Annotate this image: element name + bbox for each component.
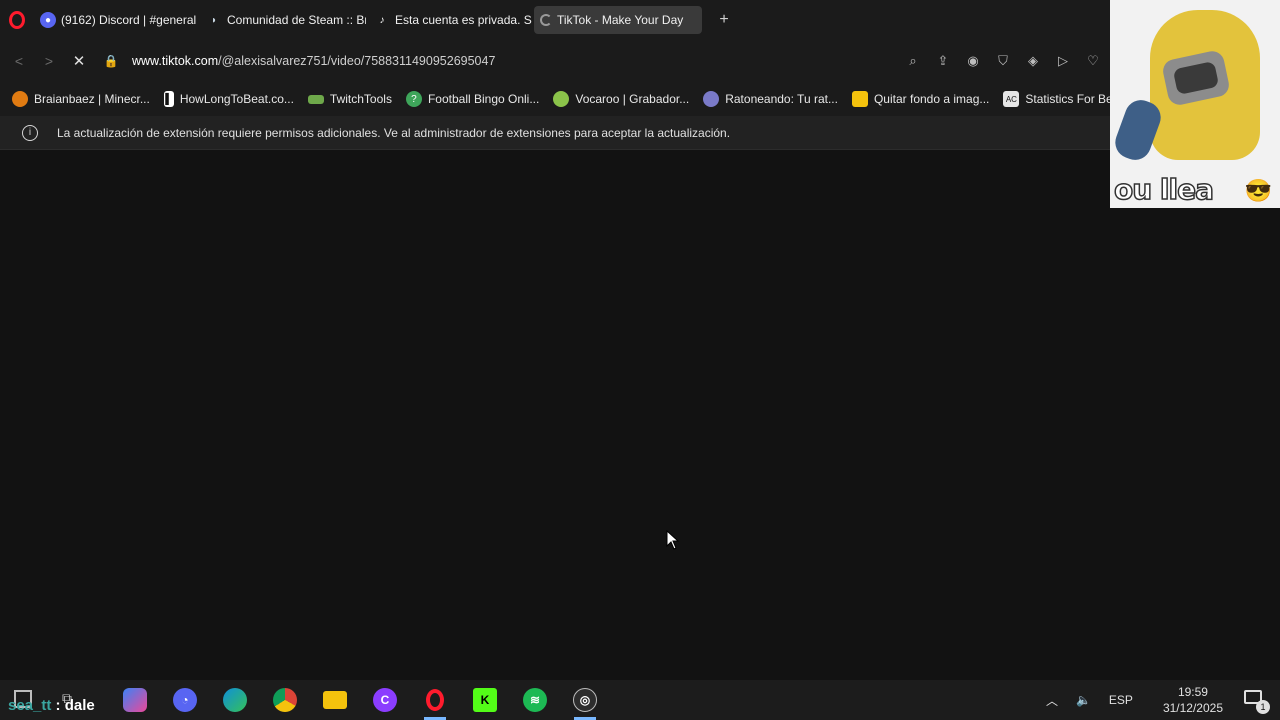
stop-loading-button[interactable]: ✕ <box>64 46 94 76</box>
tab-tiktok-active[interactable]: TikTok - Make Your Day <box>534 6 702 34</box>
taskbar: ⧉ sea_tt : dale ◔ C K ≋ ◎ ︿ 🔈 ESP 19:59 … <box>0 680 1280 720</box>
stream-overlay-image: ou llea 😎 <box>1110 0 1280 208</box>
vpn-icon[interactable]: ◈ <box>1024 52 1042 70</box>
discord-icon: ● <box>40 12 56 28</box>
play-icon[interactable]: ▷ <box>1054 52 1072 70</box>
bookmarks-bar: Braianbaez | Minecr... ▌ HowLongToBeat.co… <box>0 82 1110 116</box>
bookmark-item[interactable]: ? Football Bingo Onli... <box>405 91 540 107</box>
bookmark-label: Braianbaez | Minecr... <box>34 92 150 106</box>
tab-discord[interactable]: ● (9162) Discord | #general <box>34 6 198 34</box>
bookmark-label: Ratoneando: Tu rat... <box>725 92 838 106</box>
chat-user: sea_tt <box>8 697 52 714</box>
sunglasses-emoji: 😎 <box>1244 178 1272 203</box>
heart-icon[interactable]: ♡ <box>1084 52 1102 70</box>
opera-menu-icon[interactable] <box>0 0 34 40</box>
pumpkin-icon <box>12 91 28 107</box>
tab-label: (9162) Discord | #general <box>61 13 197 27</box>
kick-icon[interactable]: K <box>460 680 510 720</box>
bookmark-label: TwitchTools <box>329 92 392 106</box>
bookmark-item[interactable]: Braianbaez | Minecr... <box>12 91 150 107</box>
opera-icon[interactable] <box>410 680 460 720</box>
tab-steam[interactable]: ◗ Comunidad de Steam :: Br <box>200 6 366 34</box>
language-indicator[interactable]: ESP <box>1109 693 1133 707</box>
chrome-icon[interactable] <box>260 680 310 720</box>
obs-icon[interactable]: ◎ <box>560 680 610 720</box>
clock[interactable]: 19:59 31/12/2025 <box>1154 684 1232 716</box>
edge-icon[interactable] <box>210 680 260 720</box>
tab-label: TikTok - Make Your Day <box>557 13 684 27</box>
taskbar-apps: ◔ C K ≋ ◎ <box>110 680 610 720</box>
tab-label: Comunidad de Steam :: Br <box>227 13 366 27</box>
copilot-icon[interactable] <box>110 680 160 720</box>
loading-spinner-icon <box>540 14 552 26</box>
address-bar-row: < > ✕ 🔒 www.tiktok.com/@alexisalvarez751… <box>0 40 1110 82</box>
camera-icon[interactable]: ◉ <box>964 52 982 70</box>
address-input[interactable]: www.tiktok.com/@alexisalvarez751/video/7… <box>132 54 904 68</box>
shield-icon[interactable]: ⛉ <box>994 52 1012 70</box>
question-icon: ? <box>405 91 422 107</box>
bookmark-item[interactable]: Ratoneando: Tu rat... <box>703 91 838 107</box>
bookmark-label: Football Bingo Onli... <box>427 92 540 106</box>
speaker-icon[interactable]: 🔈 <box>1076 693 1091 707</box>
share-icon[interactable]: ⇪ <box>934 52 952 70</box>
tiktok-icon: ♪ <box>379 14 385 26</box>
ac-icon: AC <box>1003 91 1020 107</box>
chevron-up-icon[interactable]: ︿ <box>1046 692 1058 709</box>
bookmark-label: Quitar fondo a imag... <box>873 92 990 106</box>
spotify-icon[interactable]: ≋ <box>510 680 560 720</box>
clock-date: 31/12/2025 <box>1162 701 1223 715</box>
notification-count: 1 <box>1256 700 1270 714</box>
bookmark-item[interactable]: Quitar fondo a imag... <box>851 91 990 107</box>
mouse-icon <box>703 91 720 107</box>
hltb-icon: ▌ <box>163 91 174 107</box>
system-tray: ︿ 🔈 ESP 19:59 31/12/2025 1 <box>1037 680 1280 720</box>
back-button[interactable]: < <box>4 46 34 76</box>
canva-icon[interactable]: C <box>360 680 410 720</box>
url-path: /@alexisalvarez751/video/758831149095269… <box>218 54 496 68</box>
twitchtools-icon <box>307 94 324 104</box>
forward-button[interactable]: > <box>34 46 64 76</box>
taskbar-left: ⧉ sea_tt : dale <box>0 680 110 720</box>
url-domain: www.tiktok.com <box>132 54 219 68</box>
tab-tiktok-private[interactable]: ♪ Esta cuenta es privada. Sig <box>368 6 533 34</box>
bookmark-label: Statistics For Be <box>1025 92 1110 106</box>
file-explorer-icon[interactable] <box>310 680 360 720</box>
info-message: La actualización de extensión requiere p… <box>57 125 731 140</box>
removebg-icon <box>851 91 868 107</box>
extension-info-bar: i La actualización de extensión requiere… <box>0 116 1110 150</box>
new-tab-button[interactable]: + <box>712 8 736 32</box>
mouse-cursor-icon <box>666 530 680 550</box>
address-bar-icons: ⌕ ⇪ ◉ ⛉ ◈ ▷ ♡ <box>904 52 1102 70</box>
lock-icon[interactable]: 🔒 <box>98 54 124 68</box>
search-icon[interactable]: ⌕ <box>904 52 922 70</box>
bookmark-label: Vocaroo | Grabador... <box>575 92 690 106</box>
bookmark-item[interactable]: AC Statistics For Be <box>1003 91 1110 107</box>
stream-chat-text: sea_tt : dale <box>8 697 95 714</box>
clock-time: 19:59 <box>1177 685 1208 699</box>
vocaroo-icon <box>553 91 570 107</box>
bookmark-item[interactable]: TwitchTools <box>307 92 392 106</box>
bookmark-label: HowLongToBeat.co... <box>179 92 294 106</box>
chat-message: : dale <box>55 697 95 714</box>
overlay-caption: ou llea <box>1113 172 1215 207</box>
info-icon: i <box>22 124 38 141</box>
bookmark-item[interactable]: ▌ HowLongToBeat.co... <box>163 91 294 107</box>
tab-label: Esta cuenta es privada. Sig <box>395 13 532 27</box>
tab-bar: ● (9162) Discord | #general ◗ Comunidad … <box>0 0 1280 40</box>
discord-icon[interactable]: ◔ <box>160 680 210 720</box>
page-content[interactable] <box>0 150 1280 680</box>
bookmark-item[interactable]: Vocaroo | Grabador... <box>553 91 689 107</box>
notification-center-button[interactable]: 1 <box>1244 690 1270 714</box>
steam-icon: ◗ <box>210 14 218 26</box>
